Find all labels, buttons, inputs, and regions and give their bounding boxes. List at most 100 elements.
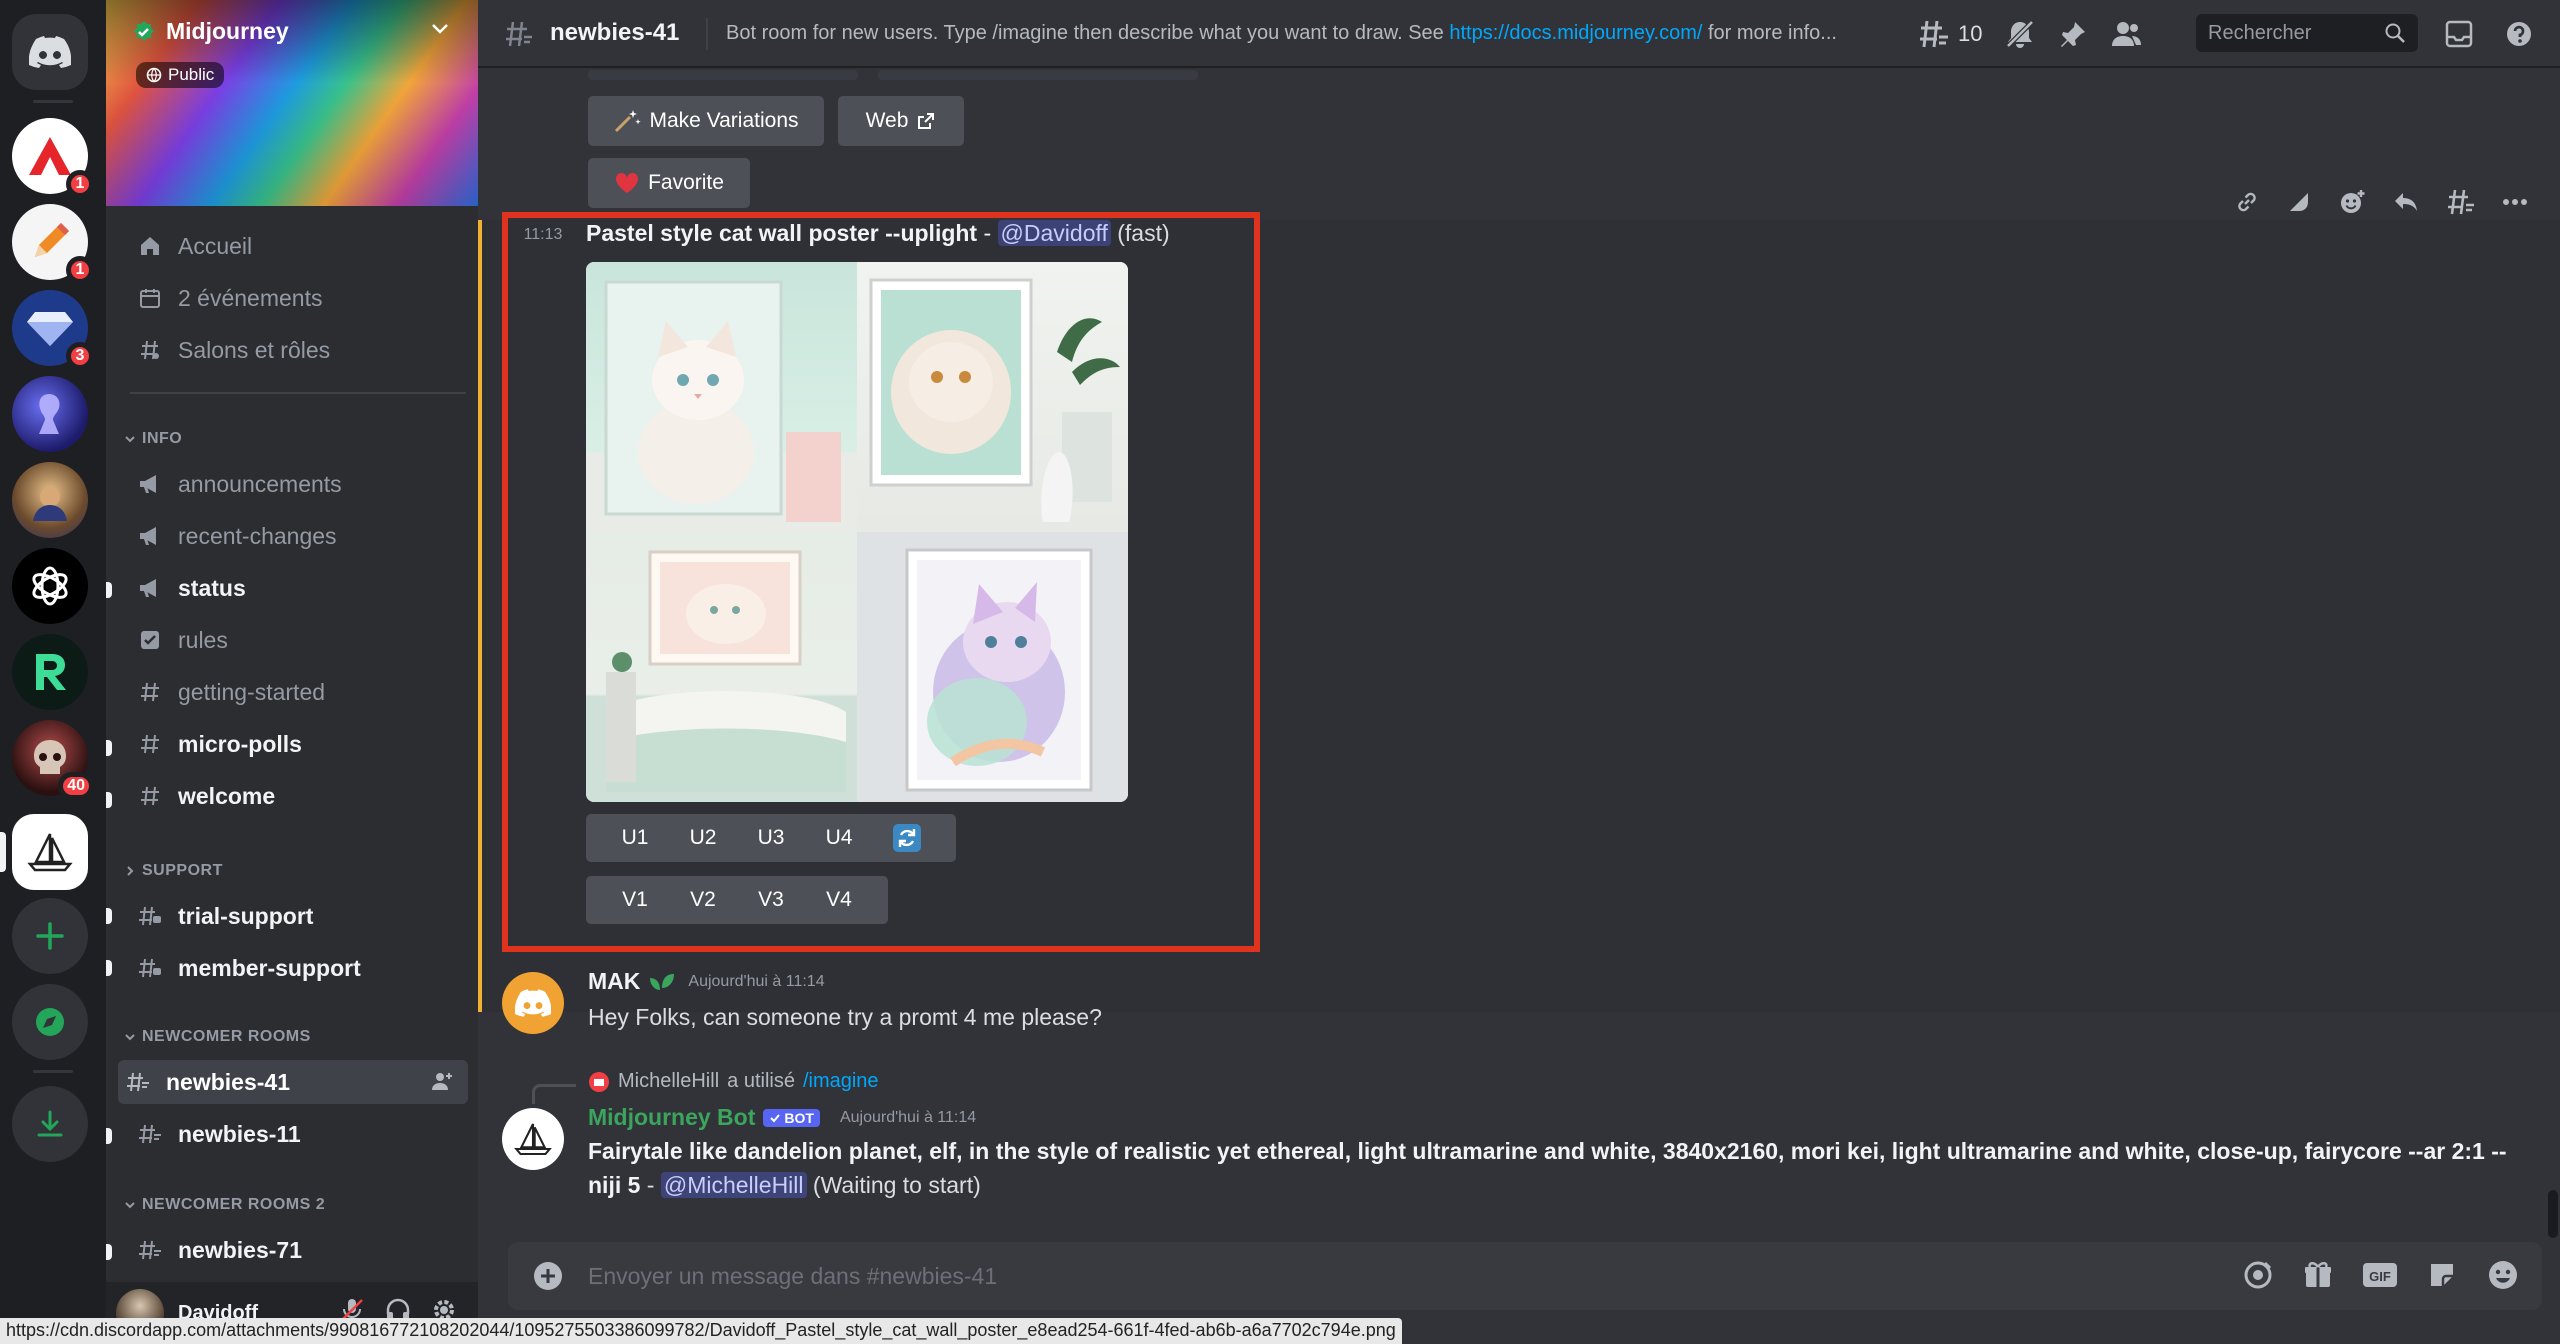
reply-command[interactable]: /imagine	[803, 1070, 879, 1093]
category-newcomer-rooms[interactable]: NEWCOMER ROOMS	[124, 1028, 311, 1046]
cat-image-4[interactable]	[857, 532, 1128, 802]
category-newcomer-rooms-2[interactable]: NEWCOMER ROOMS 2	[124, 1196, 325, 1214]
create-thread-icon[interactable]	[2446, 188, 2476, 216]
topic-text: Bot room for new users. Type /imagine th…	[726, 22, 1444, 44]
search-icon	[2385, 23, 2405, 43]
channel-label: rules	[178, 626, 228, 653]
message-timestamp: Aujourd'hui à 11:14	[839, 1108, 977, 1126]
server-openai[interactable]	[12, 548, 88, 624]
direct-messages-button[interactable]	[12, 14, 88, 90]
emoji-picker-icon[interactable]	[2486, 1258, 2520, 1292]
message-input[interactable]	[588, 1242, 2188, 1310]
pin-icon[interactable]	[2058, 19, 2088, 49]
server-purple[interactable]	[12, 376, 88, 452]
attach-plus-icon[interactable]	[530, 1258, 566, 1294]
make-variations-button[interactable]: Make Variations	[588, 96, 824, 146]
server-name: Midjourney	[166, 18, 289, 44]
category-support[interactable]: SUPPORT	[124, 862, 223, 880]
server-gem[interactable]: 3	[12, 290, 94, 370]
add-member-icon[interactable]	[430, 1070, 454, 1092]
cat-image-1[interactable]	[586, 262, 857, 532]
gif-icon[interactable]: GIF	[2362, 1260, 2398, 1290]
message-author[interactable]: Midjourney Bot	[588, 1104, 755, 1131]
channel-topic[interactable]: Bot room for new users. Type /imagine th…	[726, 22, 1837, 45]
command-reply-line[interactable]: MichelleHill a utilisé /imagine	[588, 1070, 879, 1093]
channel-recent-changes[interactable]: recent-changes	[130, 514, 466, 558]
message-list: Make Variations Web Favorite 11:13 Paste…	[478, 68, 2560, 1258]
prompt-text: niji 5	[588, 1172, 641, 1198]
server-header[interactable]: Midjourney	[132, 18, 289, 45]
notifications-muted-icon[interactable]	[2004, 18, 2036, 50]
verified-icon	[134, 20, 154, 41]
cat-image-3[interactable]	[586, 532, 857, 802]
message-author[interactable]: MAK	[588, 968, 640, 995]
sidebar-item-home[interactable]: Accueil	[130, 224, 466, 268]
channel-micro-polls[interactable]: micro-polls	[130, 722, 466, 766]
sidebar-item-events[interactable]: 2 événements	[130, 276, 466, 320]
gift-icon[interactable]	[2302, 1259, 2334, 1291]
sidebar-item-channels-roles[interactable]: Salons et rôles	[130, 328, 466, 372]
channel-newbies-71[interactable]: newbies-71	[130, 1228, 466, 1272]
channel-newbies-11[interactable]: newbies-11	[130, 1112, 466, 1156]
inbox-icon[interactable]	[2444, 19, 2474, 49]
channel-status[interactable]: status	[130, 566, 466, 610]
reply-username[interactable]: MichelleHill	[618, 1070, 719, 1093]
channel-welcome[interactable]: welcome	[130, 774, 466, 818]
category-info[interactable]: INFO	[124, 430, 182, 448]
reroll-button[interactable]	[858, 814, 956, 862]
explore-servers-button[interactable]	[12, 984, 88, 1060]
search-input[interactable]: Rechercher	[2196, 14, 2418, 52]
category-label: SUPPORT	[142, 862, 223, 879]
more-options-icon[interactable]	[2502, 198, 2528, 206]
channel-announcements[interactable]: announcements	[130, 462, 466, 506]
member-list-icon[interactable]	[2110, 19, 2142, 49]
sticker-picker-icon[interactable]	[2426, 1259, 2458, 1291]
copy-link-icon[interactable]	[2234, 189, 2260, 215]
server-portrait[interactable]	[12, 462, 88, 538]
help-icon[interactable]	[2504, 19, 2534, 49]
channel-trial-support[interactable]: trial-support	[130, 894, 466, 938]
variation-button-4[interactable]: V4	[790, 876, 888, 924]
scrollbar-thumb[interactable]	[2548, 1190, 2558, 1238]
sticker-icon[interactable]	[2286, 189, 2312, 215]
topic-link[interactable]: https://docs.midjourney.com/	[1449, 22, 1702, 44]
channel-label: trial-support	[178, 902, 314, 929]
channel-newbies-41[interactable]: newbies-41	[118, 1060, 468, 1104]
rail-separator	[33, 100, 73, 103]
avatar[interactable]	[502, 1108, 564, 1170]
add-reaction-icon[interactable]	[2338, 188, 2366, 216]
portrait-icon	[33, 487, 67, 521]
download-apps-button[interactable]	[12, 1086, 88, 1162]
unread-indicator	[106, 792, 112, 808]
message-actions-toolbar	[2234, 188, 2528, 216]
white-cat-illustration	[604, 280, 841, 522]
channel-rules[interactable]: rules	[130, 618, 466, 662]
server-skull[interactable]: 40	[12, 720, 94, 800]
web-link-button[interactable]: Web	[838, 96, 964, 146]
bot-tag: BOT	[763, 1108, 820, 1127]
add-server-button[interactable]	[12, 898, 88, 974]
sidebar-divider	[130, 392, 466, 394]
message-timestamp: Aujourd'hui à 11:14	[688, 972, 825, 990]
server-a[interactable]: 1	[12, 118, 94, 198]
server-r[interactable]	[12, 634, 88, 710]
job-status: (Waiting to start)	[812, 1172, 981, 1198]
channel-member-support[interactable]: member-support	[130, 946, 466, 990]
chevron-down-icon	[125, 1034, 135, 1041]
user-mention[interactable]: @MichelleHill	[660, 1172, 807, 1198]
user-mention[interactable]: @Davidoff	[997, 220, 1111, 246]
server-midjourney[interactable]	[12, 814, 88, 890]
avatar[interactable]	[502, 972, 564, 1034]
threads-button[interactable]: 10	[1918, 19, 1982, 49]
favorite-button[interactable]: Favorite	[588, 158, 750, 208]
server-menu-chevron[interactable]	[430, 22, 450, 36]
heart-icon	[616, 172, 639, 193]
reply-icon[interactable]	[2392, 189, 2420, 215]
cat-image-2[interactable]	[857, 262, 1128, 532]
channel-label: announcements	[178, 470, 342, 497]
image-grid-attachment[interactable]	[586, 262, 1128, 802]
channel-label: newbies-41	[166, 1068, 290, 1095]
channel-getting-started[interactable]: getting-started	[130, 670, 466, 714]
app-launcher-icon[interactable]	[2242, 1259, 2274, 1291]
server-pencil[interactable]: 1	[12, 204, 94, 284]
